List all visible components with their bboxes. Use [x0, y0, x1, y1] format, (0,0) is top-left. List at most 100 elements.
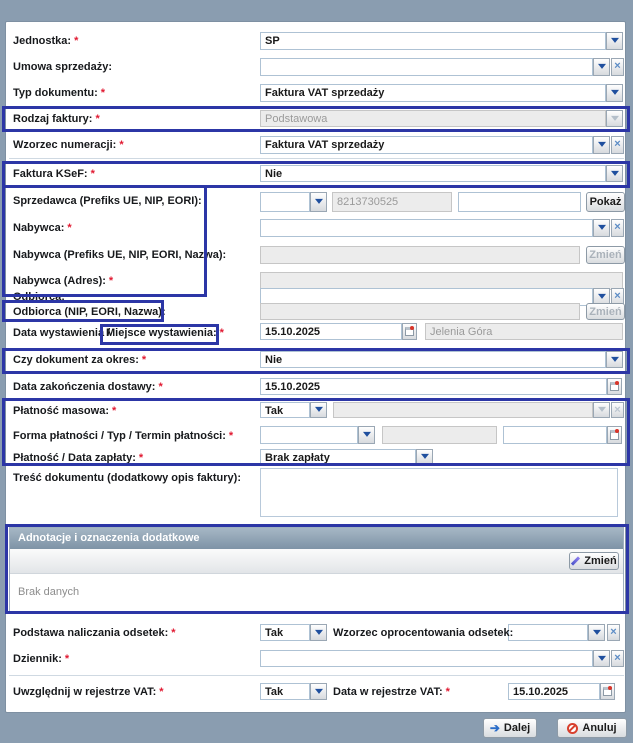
required-marker: * [159, 686, 164, 698]
required-marker: * [171, 627, 176, 639]
forma-platnosci-chevron-down-icon[interactable] [358, 426, 375, 444]
faktura-ksef-combo[interactable]: Nie [260, 165, 606, 182]
wzorzec-oprocentowania-label: Wzorzec oprocentowania odsetek: [333, 627, 514, 639]
miejsce-wystawienia-field: Jelenia Góra [425, 323, 623, 340]
data-rejestr-vat-label: Data w rejestrze VAT: * [333, 686, 450, 698]
typ-platnosci-field [382, 426, 497, 444]
czy-dokument-chevron-down-icon[interactable] [606, 351, 623, 368]
typ-dokumentu-combo[interactable]: Faktura VAT sprzedaży [260, 84, 606, 102]
data-rejestr-vat-calendar-icon[interactable] [600, 683, 615, 700]
jednostka-label: Jednostka: * [13, 35, 79, 47]
adnotacje-panel-title: Adnotacje i oznaczenia dodatkowe [10, 528, 623, 549]
required-marker: * [108, 275, 114, 287]
sprzedawca-prefiks-chevron-down-icon[interactable] [310, 192, 327, 212]
adnotacje-empty-text: Brak danych [18, 586, 80, 598]
platnosc-data-zaplaty-combo[interactable]: Brak zapłaty [260, 449, 416, 465]
required-marker: * [219, 327, 224, 339]
umowa-combo[interactable] [260, 58, 593, 76]
termin-platnosci-calendar-icon[interactable] [607, 426, 622, 444]
podstawa-odsetek-label: Podstawa naliczania odsetek: * [13, 627, 176, 639]
odbiorca-dane-field [260, 303, 580, 320]
dziennik-chevron-down-icon[interactable] [593, 650, 610, 667]
nabywca-label: Nabywca: * [13, 222, 72, 234]
data-wystawienia-calendar-icon[interactable] [402, 323, 417, 340]
platnosc-masowa-konto-chevron-down-icon [593, 402, 610, 418]
platnosc-data-zaplaty-label: Płatność / Data zapłaty: * [13, 452, 144, 464]
odbiorca-label: Odbiorca: [13, 291, 65, 303]
rejestr-vat-combo[interactable]: Tak [260, 683, 310, 700]
footer-frame-bar [0, 713, 633, 743]
data-zakonczenia-field[interactable]: 15.10.2025 [260, 378, 607, 395]
nabywca-clear-icon[interactable]: × [611, 219, 624, 237]
faktura-ksef-chevron-down-icon[interactable] [606, 165, 623, 182]
dziennik-combo[interactable] [260, 650, 593, 667]
pokaz-button[interactable]: Pokaż [586, 192, 625, 212]
rejestr-vat-label: Uwzględnij w rejestrze VAT: * [13, 686, 164, 698]
umowa-chevron-down-icon[interactable] [593, 58, 610, 76]
data-zakonczenia-label: Data zakończenia dostawy: * [13, 381, 163, 393]
podstawa-odsetek-chevron-down-icon[interactable] [310, 624, 327, 641]
required-marker: * [138, 452, 144, 464]
data-rejestr-vat-field[interactable]: 15.10.2025 [508, 683, 600, 700]
section-divider [9, 158, 624, 159]
arrow-right-icon: ➔ [489, 721, 500, 735]
data-zakonczenia-calendar-icon[interactable] [607, 378, 622, 395]
wzorzec-numeracji-clear-icon[interactable]: × [611, 136, 624, 154]
nabywca-zmien-button: Zmień [586, 246, 625, 264]
wzorzec-numeracji-chevron-down-icon[interactable] [593, 136, 610, 154]
podstawa-odsetek-combo[interactable]: Tak [260, 624, 310, 641]
adnotacje-zmien-button[interactable]: Zmień [569, 552, 619, 570]
typ-dokumentu-chevron-down-icon[interactable] [606, 84, 623, 102]
data-wystawienia-field[interactable]: 15.10.2025 [260, 323, 402, 340]
tresc-dokumentu-textarea[interactable] [260, 468, 618, 517]
nabywca-dane-label: Nabywca (Prefiks UE, NIP, EORI, Nazwa): [13, 249, 227, 261]
platnosc-data-zaplaty-chevron-down-icon[interactable] [416, 449, 433, 465]
sprzedawca-prefiks-combo[interactable] [260, 192, 310, 212]
sprzedawca-nip-field: 8213730525 [332, 192, 452, 212]
nabywca-combo[interactable] [260, 219, 593, 237]
rejestr-vat-chevron-down-icon[interactable] [310, 683, 327, 700]
platnosc-masowa-konto-clear-icon: × [611, 402, 624, 418]
jednostka-chevron-down-icon[interactable] [606, 32, 623, 50]
required-marker: * [228, 430, 234, 442]
dziennik-clear-icon[interactable]: × [611, 650, 624, 667]
adnotacje-panel: Adnotacje i oznaczenia dodatkowe Zmień B… [9, 527, 624, 614]
required-marker: * [67, 222, 72, 234]
faktura-ksef-label: Faktura KSeF: * [13, 168, 95, 180]
jednostka-combo[interactable]: SP [260, 32, 606, 50]
nabywca-chevron-down-icon[interactable] [593, 219, 610, 237]
required-marker: * [119, 139, 124, 151]
wzorzec-numeracji-label: Wzorzec numeracji: * [13, 139, 124, 151]
adnotacje-body: Brak danych [10, 574, 623, 613]
required-marker: * [64, 653, 70, 665]
wzorzec-oprocentowania-combo[interactable] [508, 624, 588, 641]
wzorzec-numeracji-combo[interactable]: Faktura VAT sprzedaży [260, 136, 593, 154]
czy-dokument-label: Czy dokument za okres: * [13, 354, 147, 366]
odbiorca-dane-label: Odbiorca (NIP, EORI, Nazwa): [13, 306, 166, 318]
dalej-button[interactable]: ➔ Dalej [483, 718, 537, 738]
wzorzec-oprocentowania-clear-icon[interactable]: × [607, 624, 620, 641]
adnotacje-toolbar: Zmień [10, 549, 623, 574]
required-marker: * [74, 35, 79, 47]
umowa-clear-icon[interactable]: × [611, 58, 624, 76]
invoice-form-window: Jednostka: * SP Umowa sprzedaży: × Typ do… [0, 0, 633, 743]
nabywca-dane-field [260, 246, 580, 264]
required-marker: * [95, 113, 100, 125]
pencil-icon [571, 557, 580, 566]
data-wystawienia-label: Data wystawienia / [13, 327, 111, 339]
typ-dokumentu-label: Typ dokumentu: * [13, 87, 106, 99]
forma-platnosci-label: Forma płatności / Typ / Termin płatności… [13, 430, 234, 442]
section-divider [9, 675, 624, 676]
tresc-dokumentu-label: Treść dokumentu (dodatkowy opis faktury)… [13, 472, 241, 484]
anuluj-button[interactable]: Anuluj [557, 718, 627, 738]
forma-platnosci-combo[interactable] [260, 426, 358, 444]
required-marker: * [90, 168, 95, 180]
wzorzec-oprocentowania-chevron-down-icon[interactable] [588, 624, 605, 641]
termin-platnosci-field[interactable] [503, 426, 607, 444]
platnosc-masowa-combo[interactable]: Tak [260, 402, 310, 418]
sprzedawca-eori-field[interactable] [458, 192, 581, 212]
platnosc-masowa-chevron-down-icon[interactable] [310, 402, 327, 418]
czy-dokument-combo[interactable]: Nie [260, 351, 606, 368]
miejsce-wystawienia-label: Miejsce wystawienia: * [106, 327, 224, 339]
top-frame-bar [0, 0, 633, 21]
